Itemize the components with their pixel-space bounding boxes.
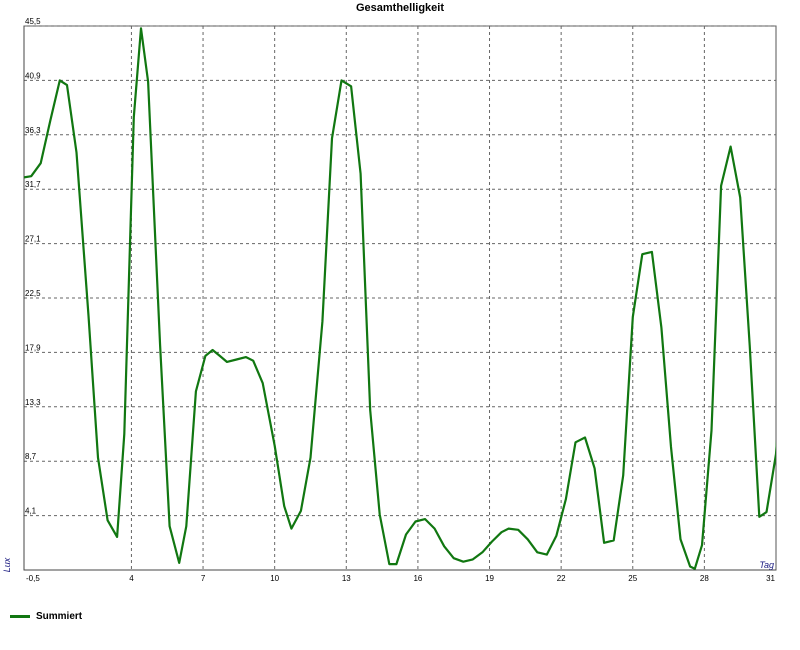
y-tick-label: 22,5 [25, 289, 41, 298]
x-tick-label: 25 [628, 574, 637, 583]
y-tick-label: 45,5 [25, 17, 41, 26]
y-tick-label: 36,3 [25, 126, 41, 135]
y-tick-label: 40,9 [25, 71, 41, 80]
x-tick-label: 28 [700, 574, 709, 583]
x-tick-label: 22 [557, 574, 566, 583]
y-tick-label: 4,1 [25, 507, 37, 516]
legend: Summiert [10, 611, 82, 622]
x-axis-label: Tag [759, 560, 774, 570]
legend-label: Summiert [36, 611, 83, 622]
chart-title: Gesamthelligkeit [356, 2, 444, 14]
y-tick-label: 17,9 [25, 343, 41, 352]
y-axis-label: Lux [2, 557, 12, 572]
line-chart: Gesamthelligkeit 4,1 8,7 13,3 17,9 22,5 27,1 3… [0, 0, 800, 650]
y-tick-label: 27,1 [25, 235, 41, 244]
x-tick-label: 13 [342, 574, 351, 583]
y-tick-label: 31,7 [25, 180, 41, 189]
x-tick-label: 7 [201, 574, 206, 583]
y-tick-label: 13,3 [25, 398, 41, 407]
x-tick-label: 10 [270, 574, 279, 583]
legend-swatch [10, 615, 30, 618]
x-tick-label: 16 [413, 574, 422, 583]
y-tick-label: 8,7 [25, 452, 37, 461]
x-tick-label: 31 [766, 574, 775, 583]
x-tick-label: 19 [485, 574, 494, 583]
x-tick-label: 4 [129, 574, 134, 583]
x-tick-label: -0,5 [26, 574, 40, 583]
